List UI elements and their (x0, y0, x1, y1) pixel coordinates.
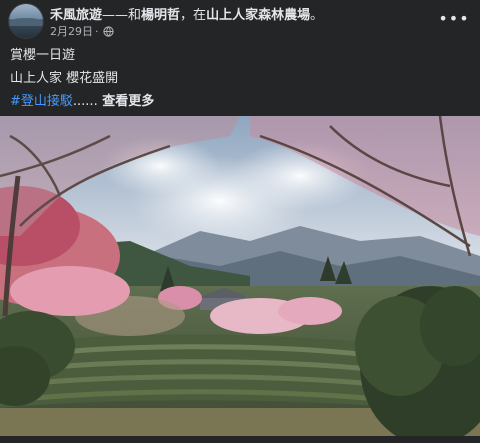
cherry-blossom-landscape-image (0, 116, 480, 436)
tagged-person-link[interactable]: 楊明哲 (141, 8, 180, 23)
page-avatar[interactable] (9, 4, 43, 38)
post-date-link[interactable]: 2月29日 (50, 23, 93, 39)
meta-dot: · (95, 24, 99, 38)
with-separator: ——和 (102, 8, 142, 23)
globe-icon[interactable] (102, 25, 114, 37)
location-end: 。 (310, 8, 324, 23)
post-text-line-3: #登山接駁...... 查看更多 (10, 90, 470, 113)
post-text-line-1: 賞櫻一日遊 (10, 48, 76, 63)
hashtag-link[interactable]: #登山接駁 (10, 94, 73, 109)
post-text-line-2: 山上人家 櫻花盛開 (10, 71, 119, 86)
at-separator: ，在 (180, 8, 207, 23)
avatar-landscape (9, 18, 43, 26)
location-link[interactable]: 山上人家森林農場 (206, 8, 310, 23)
post-header: 禾風旅遊——和楊明哲，在山上人家森林農場。 2月29日 · ••• (0, 0, 480, 44)
more-options-button[interactable]: ••• (438, 8, 468, 28)
post-body-text: 賞櫻一日遊 山上人家 櫻花盛開 #登山接駁...... 查看更多 (10, 44, 470, 113)
see-more-link[interactable]: 查看更多 (98, 94, 154, 109)
author-name-link[interactable]: 禾風旅遊 (50, 8, 102, 23)
post-footer-strip (0, 436, 480, 443)
post-photo[interactable] (0, 116, 480, 436)
post-meta: 2月29日 · (50, 23, 114, 39)
post-author-line: 禾風旅遊——和楊明哲，在山上人家森林農場。 (50, 4, 323, 23)
text-ellipsis: ...... (72, 94, 98, 109)
